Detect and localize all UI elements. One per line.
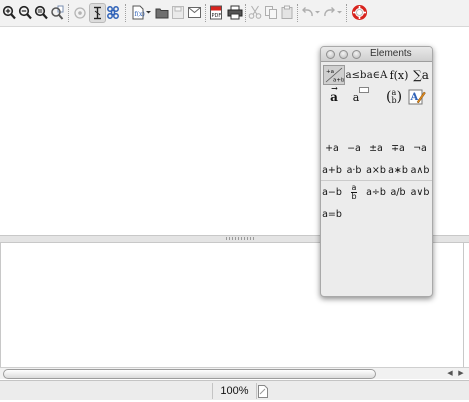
- element-not-a[interactable]: ¬a: [409, 141, 431, 157]
- document-signature-icon[interactable]: [257, 383, 269, 399]
- element-minus-a[interactable]: −a: [343, 141, 365, 157]
- close-window-icon[interactable]: [326, 50, 335, 59]
- scrollbar-thumb[interactable]: [3, 369, 376, 379]
- save-icon[interactable]: [171, 4, 185, 21]
- fraction-denominator: b: [351, 192, 357, 201]
- elements-palette-window[interactable]: Elements +a a+b a≤b a∈A f(x) ∑a a → a ( a…: [320, 46, 433, 297]
- palette-title: Elements: [370, 48, 412, 59]
- minimize-window-icon[interactable]: [339, 50, 348, 59]
- category-functions[interactable]: f(x): [388, 65, 410, 85]
- category-operators[interactable]: ∑a: [410, 65, 432, 85]
- zoom-level[interactable]: 100%: [212, 383, 257, 399]
- element-a-over-b[interactable]: a b: [343, 182, 365, 202]
- standard-toolbar: f(x) PDF: [0, 0, 469, 27]
- svg-text:+a: +a: [326, 69, 334, 75]
- status-bar: 100%: [0, 380, 469, 400]
- svg-text:PDF: PDF: [212, 13, 222, 19]
- copy-icon[interactable]: [264, 4, 278, 21]
- update-icon[interactable]: [73, 4, 87, 21]
- palette-divider: [321, 180, 432, 181]
- redo-icon[interactable]: [323, 4, 343, 21]
- scroll-right-icon[interactable]: ▶: [457, 369, 465, 378]
- export-pdf-icon[interactable]: PDF: [209, 4, 223, 21]
- palette-titlebar[interactable]: Elements: [321, 47, 432, 62]
- help-icon[interactable]: [352, 4, 367, 21]
- show-all-icon[interactable]: [50, 4, 64, 21]
- element-a-circ-b[interactable]: a=b: [321, 207, 343, 223]
- category-attributes[interactable]: a →: [323, 83, 345, 107]
- formula-cursor-icon[interactable]: [89, 3, 106, 23]
- print-icon[interactable]: [227, 4, 243, 21]
- element-a-ast-b[interactable]: a∗b: [387, 163, 409, 179]
- zoom-in-icon[interactable]: [2, 4, 16, 21]
- horizontal-scrollbar[interactable]: ◀ ▶: [0, 367, 469, 379]
- category-examples[interactable]: A: [406, 87, 428, 107]
- category-formats[interactable]: ( a b ): [383, 87, 405, 107]
- scroll-left-icon[interactable]: ◀: [446, 369, 454, 378]
- zoom-100-icon[interactable]: [34, 4, 48, 21]
- element-a-plus-b[interactable]: a+b: [321, 163, 343, 179]
- svg-text:f(x): f(x): [135, 11, 145, 18]
- email-icon[interactable]: [187, 4, 203, 21]
- element-a-or-b[interactable]: a∨b: [409, 185, 431, 201]
- symbols-icon[interactable]: [106, 4, 120, 21]
- undo-icon[interactable]: [301, 4, 321, 21]
- element-plusminus-a[interactable]: ±a: [365, 141, 387, 157]
- open-icon[interactable]: [155, 4, 169, 21]
- paste-icon[interactable]: [280, 4, 294, 21]
- element-plus-a[interactable]: +a: [321, 141, 343, 157]
- category-set-operations[interactable]: a∈A: [366, 65, 388, 85]
- category-relations[interactable]: a≤b: [345, 65, 367, 85]
- new-icon[interactable]: f(x): [131, 4, 151, 21]
- cut-icon[interactable]: [248, 4, 262, 21]
- zoom-window-icon[interactable]: [352, 50, 361, 59]
- element-a-cdot-b[interactable]: a·b: [343, 163, 365, 179]
- element-a-slash-b[interactable]: a/b: [387, 185, 409, 201]
- element-minusplus-a[interactable]: ∓a: [387, 141, 409, 157]
- category-unary-binary[interactable]: +a a+b: [323, 65, 345, 85]
- element-a-div-b[interactable]: a÷b: [365, 185, 387, 201]
- element-a-minus-b[interactable]: a−b: [321, 185, 343, 201]
- zoom-out-icon[interactable]: [18, 4, 32, 21]
- element-a-times-b[interactable]: a×b: [365, 163, 387, 179]
- element-a-and-b[interactable]: a∧b: [409, 163, 431, 179]
- category-others[interactable]: a: [345, 86, 369, 107]
